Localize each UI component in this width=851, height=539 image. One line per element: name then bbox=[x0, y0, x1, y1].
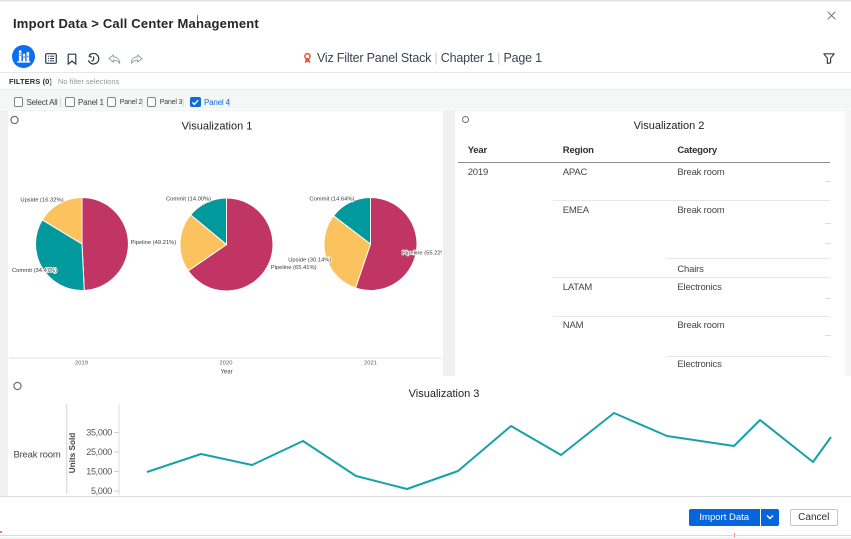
svg-text:Upside (30.14%): Upside (30.14%) bbox=[288, 257, 331, 263]
svg-text:Year: Year bbox=[220, 369, 232, 375]
svg-text:Pipeline (55.22%): Pipeline (55.22%) bbox=[402, 250, 442, 256]
svg-text:Visualization 1: Visualization 1 bbox=[182, 120, 253, 132]
svg-text:Upside (16.32%): Upside (16.32%) bbox=[20, 197, 63, 203]
svg-text:Break room: Break room bbox=[13, 450, 60, 461]
svg-text:2020: 2020 bbox=[220, 360, 233, 366]
svg-text:35,000: 35,000 bbox=[86, 428, 112, 438]
svg-text:5,000: 5,000 bbox=[91, 486, 112, 496]
svg-text:Commit (34.47%): Commit (34.47%) bbox=[12, 268, 57, 274]
svg-text:Commit (14.00%): Commit (14.00%) bbox=[166, 196, 211, 202]
svg-text:Pipeline (65.41%): Pipeline (65.41%) bbox=[271, 265, 317, 271]
svg-text:15,000: 15,000 bbox=[86, 467, 112, 477]
svg-text:Pipeline (49.21%): Pipeline (49.21%) bbox=[131, 240, 177, 246]
svg-text:Visualization 3: Visualization 3 bbox=[409, 388, 480, 400]
svg-text:Commit (14.64%): Commit (14.64%) bbox=[309, 196, 354, 202]
svg-text:2021: 2021 bbox=[364, 360, 377, 366]
svg-text:Units Sold: Units Sold bbox=[68, 433, 77, 473]
svg-text:25,000: 25,000 bbox=[86, 447, 112, 457]
svg-text:2019: 2019 bbox=[75, 360, 88, 366]
